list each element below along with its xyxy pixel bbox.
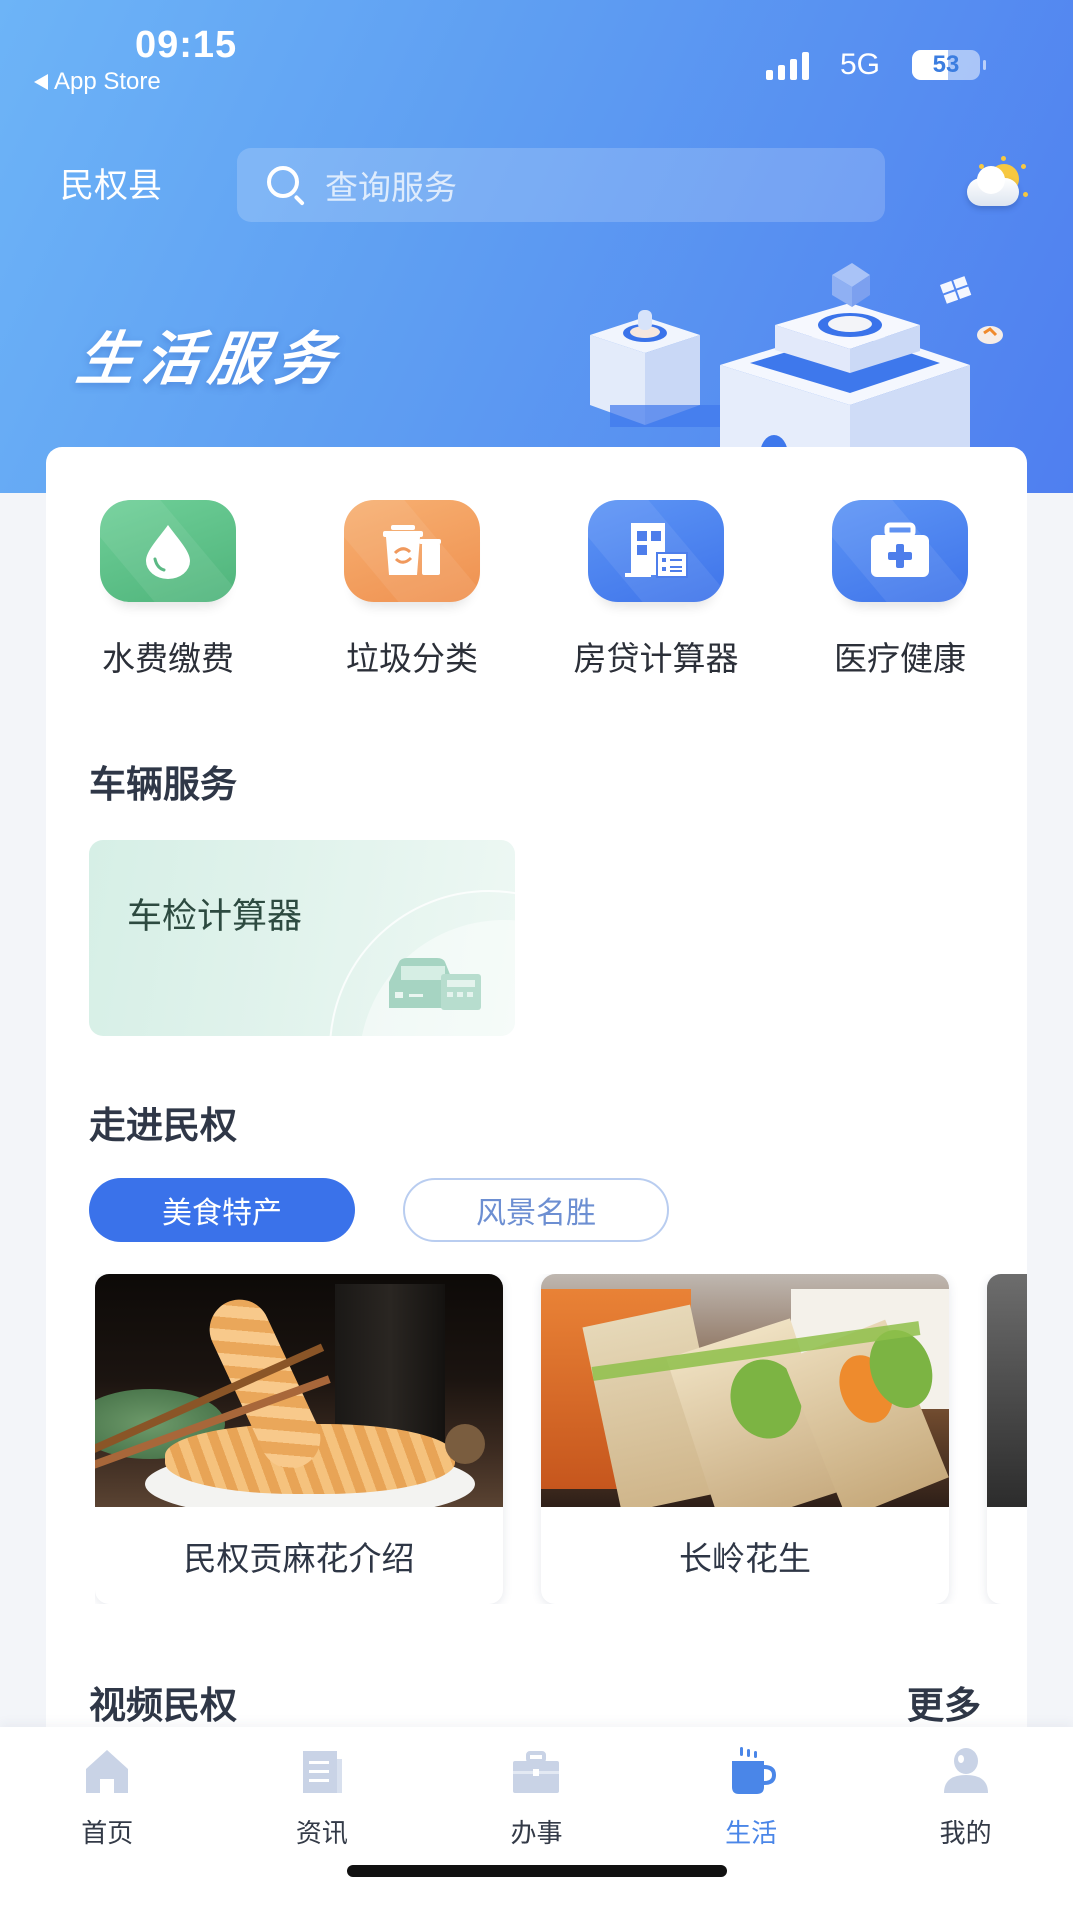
medical-kit-icon bbox=[832, 500, 968, 602]
car-calculator-icon bbox=[389, 958, 481, 1010]
search-placeholder: 查询服务 bbox=[325, 168, 457, 207]
nav-label: 生活 bbox=[725, 1819, 778, 1849]
video-more-link[interactable]: 更多 bbox=[907, 1675, 981, 1729]
tab-food-specialties[interactable]: 美食特产 bbox=[89, 1178, 355, 1242]
home-icon bbox=[86, 1750, 129, 1793]
nav-label: 首页 bbox=[81, 1819, 134, 1849]
video-section-title: 视频民权 bbox=[89, 1684, 237, 1727]
service-label: 水费缴费 bbox=[102, 639, 234, 678]
water-drop-icon bbox=[100, 500, 236, 602]
back-app-label: App Store bbox=[54, 68, 161, 95]
dark-photo bbox=[987, 1274, 1027, 1507]
weather-icon[interactable] bbox=[963, 156, 1028, 212]
building-calculator-icon bbox=[588, 500, 724, 602]
signal-icon bbox=[766, 52, 809, 80]
search-icon bbox=[263, 162, 309, 208]
search-input[interactable]: 查询服务 bbox=[237, 148, 885, 222]
back-to-app-store[interactable]: App Store bbox=[34, 68, 161, 96]
minquan-section-title: 走进民权 bbox=[89, 1104, 237, 1147]
battery-percent: 53 bbox=[932, 51, 960, 78]
home-indicator[interactable] bbox=[347, 1865, 727, 1877]
vehicle-section-title: 车辆服务 bbox=[89, 763, 237, 806]
nav-label: 资讯 bbox=[295, 1819, 348, 1849]
mahua-photo bbox=[95, 1274, 503, 1507]
network-type: 5G bbox=[840, 48, 881, 81]
service-label: 房贷计算器 bbox=[573, 639, 739, 678]
isometric-buildings-illustration bbox=[590, 263, 1003, 455]
banner-title: 生活服务 bbox=[72, 325, 347, 393]
status-bar: 09:15 App Store 5G 53 bbox=[0, 0, 1073, 110]
service-garbage-sorting[interactable]: 垃圾分类 bbox=[290, 500, 534, 680]
category-tabs: 美食特产 风景名胜 bbox=[89, 1178, 669, 1242]
battery-tip bbox=[983, 60, 986, 70]
peanut-photo bbox=[541, 1274, 949, 1507]
news-icon bbox=[302, 1751, 342, 1793]
trash-sort-icon bbox=[344, 500, 480, 602]
food-caption bbox=[987, 1507, 1027, 1604]
region-selector[interactable]: 民权县 bbox=[60, 158, 162, 207]
food-caption: 民权贡麻花介绍 bbox=[183, 1538, 415, 1578]
back-arrow-icon bbox=[34, 74, 48, 90]
battery-icon: 53 bbox=[912, 50, 980, 80]
service-label: 医疗健康 bbox=[834, 639, 966, 678]
person-icon bbox=[943, 1748, 988, 1793]
top-bar: 民权县 查询服务 bbox=[0, 146, 1073, 222]
nav-affairs[interactable]: 办事 bbox=[429, 1747, 644, 1857]
nav-profile[interactable]: 我的 bbox=[858, 1747, 1073, 1857]
service-medical-health[interactable]: 医疗健康 bbox=[778, 500, 1022, 680]
nav-news[interactable]: 资讯 bbox=[215, 1747, 430, 1857]
tab-scenic-spots[interactable]: 风景名胜 bbox=[403, 1178, 669, 1242]
coffee-cup-icon bbox=[732, 1747, 777, 1794]
service-water-fee[interactable]: 水费缴费 bbox=[46, 500, 290, 680]
food-card[interactable]: 民权贡麻花介绍 bbox=[95, 1274, 503, 1604]
service-mortgage-calculator[interactable]: 房贷计算器 bbox=[534, 500, 778, 680]
nav-home[interactable]: 首页 bbox=[0, 1747, 215, 1857]
status-time: 09:15 bbox=[135, 24, 238, 66]
bottom-navigation: 首页 资讯 办事 生活 我的 bbox=[0, 1727, 1073, 1913]
briefcase-icon bbox=[513, 1751, 560, 1793]
service-label: 垃圾分类 bbox=[346, 639, 478, 678]
food-card[interactable]: 长岭花生 bbox=[541, 1274, 949, 1604]
food-card[interactable] bbox=[987, 1274, 1027, 1604]
service-grid: 水费缴费 垃圾分类 房贷计算器 医疗健康 bbox=[46, 500, 1027, 680]
nav-life[interactable]: 生活 bbox=[644, 1747, 859, 1857]
vehicle-inspection-calculator-card[interactable]: 车检计算器 bbox=[89, 840, 515, 1036]
nav-label: 我的 bbox=[939, 1819, 992, 1849]
main-content-card: 水费缴费 垃圾分类 房贷计算器 医疗健康 车辆服务 车检计算器 走进民权 美食特… bbox=[46, 447, 1027, 1747]
food-carousel[interactable]: 民权贡麻花介绍 长岭花生 bbox=[95, 1274, 1027, 1604]
nav-label: 办事 bbox=[510, 1819, 563, 1849]
food-caption: 长岭花生 bbox=[679, 1538, 811, 1578]
vehicle-card-label: 车检计算器 bbox=[127, 897, 303, 937]
